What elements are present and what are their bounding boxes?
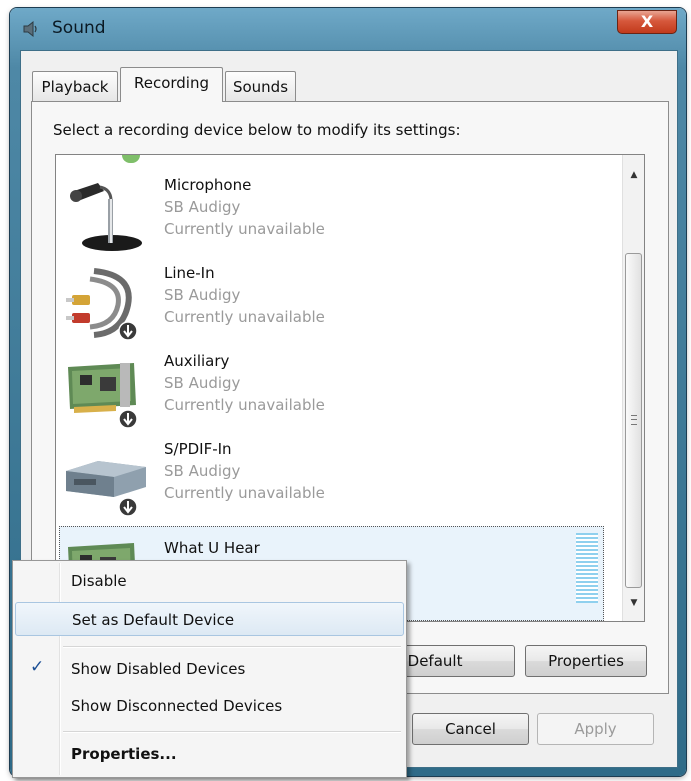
tab-sounds[interactable]: Sounds [225, 71, 296, 101]
tab-label: Sounds [232, 78, 289, 96]
menu-item-label: Show Disconnected Devices [71, 697, 283, 715]
scroll-thumb[interactable] [625, 253, 642, 588]
device-item-spdif-in[interactable]: S/PDIF-In SB Audigy Currently unavailabl… [56, 437, 622, 521]
button-label: Apply [574, 720, 617, 738]
tab-recording[interactable]: Recording [120, 67, 223, 102]
device-status: Currently unavailable [164, 308, 325, 326]
menu-item-label: Set as Default Device [72, 611, 235, 629]
menu-item-label: Show Disabled Devices [71, 660, 246, 678]
speaker-icon [22, 20, 40, 38]
properties-button[interactable]: Properties [525, 645, 647, 677]
menu-item-label: Properties... [71, 745, 177, 763]
window-title: Sound [52, 18, 106, 38]
button-label: Properties [548, 652, 624, 670]
device-list-scrollbar[interactable]: ▲ ▼ [622, 155, 644, 621]
sound-card-icon [64, 353, 150, 431]
line-in-cable-icon [64, 265, 150, 343]
checkmark-icon: ✓ [30, 657, 45, 677]
device-status: Currently unavailable [164, 396, 325, 414]
menu-item-properties[interactable]: Properties... [15, 737, 404, 771]
device-driver: SB Audigy [164, 462, 241, 480]
device-status: Currently unavailable [164, 484, 325, 502]
menu-item-show-disabled[interactable]: ✓ Show Disabled Devices [15, 652, 404, 686]
scroll-up-arrow-icon[interactable]: ▲ [623, 165, 644, 185]
device-name: Microphone [164, 176, 252, 194]
tab-label: Recording [133, 74, 210, 92]
device-name: Line-In [164, 264, 215, 282]
device-item-auxiliary[interactable]: Auxiliary SB Audigy Currently unavailabl… [56, 349, 622, 433]
context-menu: Disable Set as Default Device ✓ Show Dis… [12, 560, 407, 778]
menu-separator [63, 731, 401, 733]
device-list[interactable]: Microphone SB Audigy Currently unavailab… [55, 154, 645, 622]
button-label: Cancel [445, 720, 496, 738]
menu-item-disable[interactable]: Disable [15, 564, 404, 598]
audio-level-meter [576, 533, 598, 603]
instruction-text: Select a recording device below to modif… [53, 121, 461, 139]
device-name: What U Hear [164, 539, 260, 557]
tab-label: Playback [41, 78, 109, 96]
close-icon: X [640, 12, 654, 31]
menu-item-set-as-default[interactable]: Set as Default Device [15, 602, 404, 636]
device-item-microphone[interactable]: Microphone SB Audigy Currently unavailab… [56, 173, 622, 257]
title-bar[interactable]: Sound X [10, 8, 686, 50]
device-driver: SB Audigy [164, 374, 241, 392]
cancel-button[interactable]: Cancel [412, 713, 529, 745]
grip-icon [631, 415, 637, 425]
scroll-down-arrow-icon[interactable]: ▼ [623, 593, 644, 613]
set-default-button[interactable]: t Default [392, 645, 515, 677]
tab-playback[interactable]: Playback [32, 71, 118, 101]
device-driver: SB Audigy [164, 286, 241, 304]
spdif-box-icon [64, 441, 150, 519]
close-button[interactable]: X [617, 10, 677, 34]
menu-item-label: Disable [71, 572, 127, 590]
device-name: Auxiliary [164, 352, 230, 370]
menu-item-show-disconnected[interactable]: Show Disconnected Devices [15, 689, 404, 723]
menu-separator [63, 646, 401, 648]
apply-button[interactable]: Apply [537, 713, 654, 745]
device-item-line-in[interactable]: Line-In SB Audigy Currently unavailable [56, 261, 622, 345]
device-status: Currently unavailable [164, 220, 325, 238]
partial-device-icon [122, 155, 140, 163]
device-driver: SB Audigy [164, 198, 241, 216]
microphone-icon [64, 177, 150, 255]
device-name: S/PDIF-In [164, 440, 232, 458]
